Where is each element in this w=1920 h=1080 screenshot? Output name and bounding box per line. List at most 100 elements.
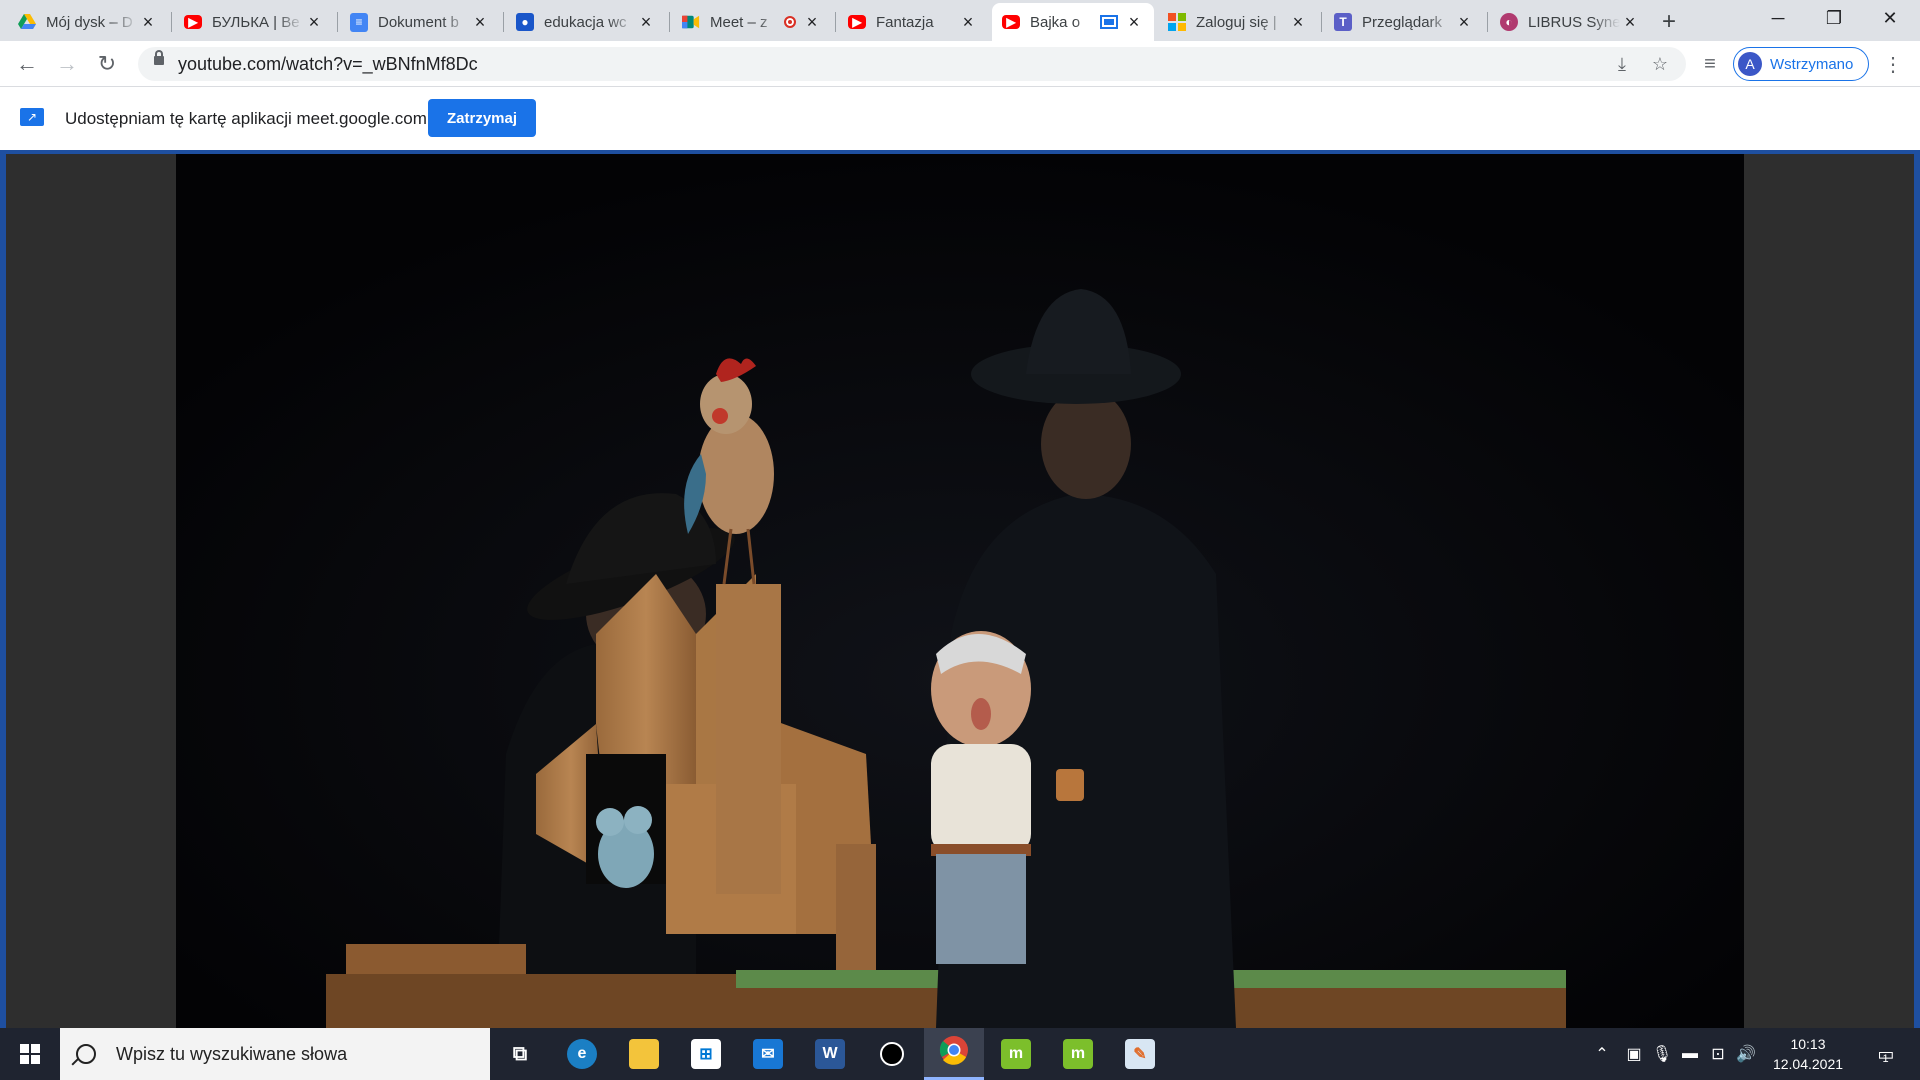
tab-youtube-fantazja[interactable]: ▶ Fantazja × — [838, 3, 988, 41]
youtube-icon: ▶ — [184, 15, 202, 29]
tab-title: edukacja wc — [544, 13, 627, 31]
network-icon[interactable]: ⊡ — [1706, 1042, 1730, 1066]
url-text[interactable]: youtube.com/watch?v=_wBNfnMf8Dc — [178, 54, 478, 75]
chrome-icon — [939, 1035, 969, 1070]
taskbar-mindmap-2[interactable]: m — [1048, 1028, 1108, 1080]
forward-button[interactable]: → — [50, 47, 84, 81]
puppet-theatre-scene — [176, 154, 1744, 1028]
palette-icon: ✎ — [1125, 1039, 1155, 1069]
tab-drive[interactable]: Mój dysk – D × — [8, 3, 168, 41]
taskbar-store[interactable]: ⊞ — [676, 1028, 736, 1080]
close-icon[interactable]: × — [138, 12, 158, 32]
taskbar-chrome[interactable] — [924, 1028, 984, 1080]
taskbar-paint[interactable]: ✎ — [1110, 1028, 1170, 1080]
windows-taskbar: Wpisz tu wyszukiwane słowa ⧉ e ⊞ ✉ W m m… — [0, 1028, 1920, 1080]
new-tab-button[interactable]: + — [1655, 8, 1683, 36]
teams-icon: T — [1334, 13, 1352, 31]
avatar: A — [1738, 52, 1762, 76]
media-queue-icon[interactable]: ≡ — [1697, 51, 1723, 77]
tab-shared-icon — [1100, 15, 1118, 29]
tab-librus[interactable]: ◐ LIBRUS Syne × — [1490, 3, 1650, 41]
address-bar[interactable]: youtube.com/watch?v=_wBNfnMf8Dc ⤓ ☆ — [138, 47, 1686, 81]
screen-share-icon: ↗ — [20, 108, 44, 126]
tab-title: Dokument b — [378, 13, 459, 31]
menu-dots-icon[interactable]: ⋮ — [1880, 51, 1906, 77]
show-hidden-icons[interactable]: ⌃ — [1590, 1042, 1614, 1066]
microsoft-icon — [1168, 13, 1186, 31]
battery-icon[interactable]: ▬ — [1678, 1042, 1702, 1066]
restore-button[interactable]: ❐ — [1806, 0, 1862, 36]
tab-title: Bajka o — [1030, 13, 1081, 31]
close-icon[interactable]: × — [636, 12, 656, 32]
close-icon[interactable]: × — [1288, 12, 1308, 32]
profile-status: Wstrzymano — [1770, 55, 1854, 73]
green-app-icon: m — [1001, 1039, 1031, 1069]
volume-icon[interactable]: 🔊 — [1734, 1042, 1758, 1066]
tab-title: LIBRUS Syne — [1528, 13, 1620, 31]
tab-classroom[interactable]: ● edukacja wc × — [506, 3, 666, 41]
tab-title: Zaloguj się | — [1196, 13, 1277, 31]
taskbar-file-explorer[interactable] — [614, 1028, 674, 1080]
tab-microsoft-login[interactable]: Zaloguj się | × — [1158, 3, 1318, 41]
minimize-button[interactable]: ─ — [1750, 0, 1806, 36]
close-icon[interactable]: × — [802, 12, 822, 32]
search-icon — [76, 1044, 96, 1064]
taskbar-app-o[interactable] — [862, 1028, 922, 1080]
notification-center-button[interactable]: ▭ 1 — [1868, 1040, 1898, 1068]
taskbar-mindmap-1[interactable]: m — [986, 1028, 1046, 1080]
close-icon[interactable]: × — [304, 12, 324, 32]
close-icon[interactable]: × — [1454, 12, 1474, 32]
windows-logo-icon — [20, 1044, 40, 1064]
store-icon: ⊞ — [691, 1039, 721, 1069]
reload-button[interactable]: ↻ — [90, 47, 124, 81]
taskbar-mail[interactable]: ✉ — [738, 1028, 798, 1080]
clock-date: 12.04.2021 — [1772, 1056, 1844, 1072]
tab-meet[interactable]: Meet – z × — [672, 3, 832, 41]
recording-icon — [784, 16, 796, 28]
tab-title: Przeglądark — [1362, 13, 1443, 31]
task-view-button[interactable]: ⧉ — [490, 1028, 550, 1080]
start-button[interactable] — [0, 1028, 60, 1080]
youtube-icon: ▶ — [1002, 15, 1020, 29]
system-clock[interactable]: 10:13 12.04.2021 — [1768, 1034, 1848, 1074]
back-button[interactable]: ← — [10, 47, 44, 81]
sharing-message: Udostępniam tę kartę aplikacji meet.goog… — [65, 109, 427, 128]
bookmark-star-icon[interactable]: ☆ — [1648, 52, 1672, 76]
taskbar-search[interactable]: Wpisz tu wyszukiwane słowa — [60, 1028, 490, 1080]
librus-icon: ◐ — [1500, 13, 1518, 31]
green-app-icon: m — [1063, 1039, 1093, 1069]
install-app-icon[interactable]: ⤓ — [1610, 52, 1634, 76]
word-icon: W — [815, 1039, 845, 1069]
close-window-button[interactable]: ✕ — [1862, 0, 1918, 36]
tab-strip: Mój dysk – D × ▶ БУЛЬКА | Ве × ≡ Dokumen… — [0, 0, 1920, 41]
drive-icon — [18, 13, 36, 31]
mail-icon: ✉ — [753, 1039, 783, 1069]
tab-title: Mój dysk – D — [46, 13, 133, 31]
tab-youtube-bajka[interactable]: ▶ Bajka o × — [992, 3, 1154, 41]
video-player[interactable] — [176, 154, 1744, 1028]
close-icon[interactable]: × — [958, 12, 978, 32]
close-icon[interactable]: × — [1620, 12, 1640, 32]
microphone-icon[interactable]: 🎙 — [1650, 1042, 1674, 1066]
tab-title: Meet – z — [710, 13, 768, 31]
notification-count: 1 — [1882, 1053, 1889, 1065]
classroom-icon: ● — [516, 13, 534, 31]
taskbar-word[interactable]: W — [800, 1028, 860, 1080]
stop-sharing-button[interactable]: Zatrzymaj — [428, 99, 536, 137]
tab-title: БУЛЬКА | Ве — [212, 13, 300, 31]
search-placeholder: Wpisz tu wyszukiwane słowa — [116, 1043, 348, 1064]
profile-button[interactable]: A Wstrzymano — [1733, 47, 1869, 81]
close-icon[interactable]: × — [1124, 12, 1144, 32]
camera-icon[interactable]: ▣ — [1622, 1042, 1646, 1066]
tab-docs[interactable]: ≡ Dokument b × — [340, 3, 500, 41]
tab-title: Fantazja — [876, 13, 934, 31]
task-view-icon: ⧉ — [512, 1042, 528, 1065]
taskbar-edge[interactable]: e — [552, 1028, 612, 1080]
tab-teams[interactable]: T Przeglądark × — [1324, 3, 1484, 41]
tab-youtube-bulka[interactable]: ▶ БУЛЬКА | Ве × — [174, 3, 334, 41]
close-icon[interactable]: × — [470, 12, 490, 32]
browser-toolbar: ← → ↻ youtube.com/watch?v=_wBNfnMf8Dc ⤓ … — [0, 41, 1920, 87]
docs-icon: ≡ — [350, 12, 368, 32]
sharing-infobar: ↗ Udostępniam tę kartę aplikacji meet.go… — [0, 87, 1920, 150]
circle-app-icon — [880, 1042, 904, 1066]
